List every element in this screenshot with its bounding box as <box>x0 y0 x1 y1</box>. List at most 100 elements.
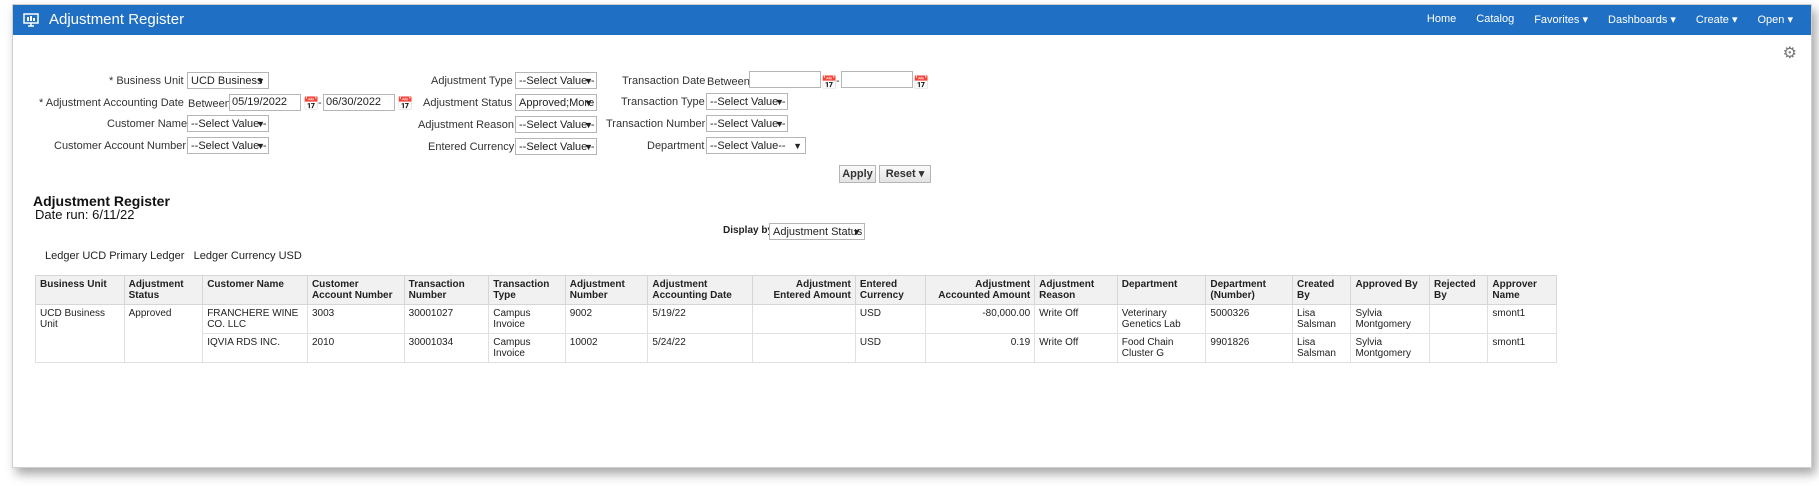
table-cell: Write Off <box>1034 304 1118 334</box>
business-unit-select[interactable]: UCD Business ▼ <box>187 72 269 89</box>
table-cell: smont1 <box>1487 304 1557 334</box>
col-header[interactable]: Business Unit <box>35 275 125 305</box>
table-cell: Lisa Salsman <box>1292 333 1352 363</box>
trx-number-select[interactable]: --Select Value-- ▼ <box>706 115 788 132</box>
table-cell: 3003 <box>306 304 405 334</box>
nav-favorites[interactable]: Favorites ▾ <box>1534 13 1588 26</box>
chevron-down-icon: ▼ <box>584 76 593 86</box>
table-cell: 30001027 <box>403 304 490 334</box>
chevron-down-icon: ▼ <box>775 97 784 107</box>
trx-date-label: Transaction Date <box>622 75 706 87</box>
ledger-currency-value: USD <box>278 250 302 262</box>
reset-button[interactable]: Reset ▾ <box>879 165 931 183</box>
entered-currency-select[interactable]: --Select Value-- ▼ <box>515 138 597 155</box>
display-by-select[interactable]: Adjustment Status ▼ <box>769 223 865 240</box>
nav-home[interactable]: Home <box>1427 13 1456 26</box>
col-header[interactable]: Entered Currency <box>854 275 927 305</box>
customer-account-label: Customer Account Number <box>54 140 187 152</box>
col-header[interactable]: Adjustment Reason <box>1034 275 1118 305</box>
chevron-down-icon: ▼ <box>256 141 265 151</box>
nav-catalog[interactable]: Catalog <box>1476 13 1514 26</box>
chevron-down-icon: ▼ <box>793 141 802 151</box>
col-header[interactable]: Created By <box>1292 275 1352 305</box>
table-cell: FRANCHERE WINE CO. LLC <box>202 304 308 334</box>
table-header-row: Business Unit Adjustment Status Customer… <box>35 275 1557 305</box>
apply-button[interactable]: Apply <box>839 165 876 183</box>
table-cell: Sylvia Montgomery <box>1350 333 1430 363</box>
chevron-down-icon: ▼ <box>584 120 593 130</box>
group-business-unit: UCD Business Unit <box>35 304 125 363</box>
table-cell: IQVIA RDS INC. <box>202 333 308 363</box>
col-header[interactable]: Rejected By <box>1428 275 1489 305</box>
table-cell: smont1 <box>1487 333 1557 363</box>
table-cell: 0.19 <box>925 333 1036 363</box>
acct-date-from-input[interactable]: 05/19/2022 <box>229 94 301 111</box>
adj-status-label: Adjustment Status <box>423 97 513 109</box>
table-cell: Food Chain Cluster G <box>1116 333 1207 363</box>
calendar-icon[interactable]: 📅 <box>397 96 413 112</box>
nav-create[interactable]: Create ▾ <box>1696 13 1738 26</box>
trx-type-select[interactable]: --Select Value-- ▼ <box>706 93 788 110</box>
table-cell <box>1428 304 1489 334</box>
col-header[interactable]: Approver Name <box>1487 275 1557 305</box>
trx-date-from-input[interactable] <box>749 71 821 88</box>
display-by-value: Adjustment Status <box>773 226 863 238</box>
calendar-icon[interactable]: 📅 <box>303 96 319 112</box>
col-header[interactable]: Approved By <box>1350 275 1430 305</box>
table-cell: 9901826 <box>1205 333 1294 363</box>
trx-date-between: Between <box>707 76 750 88</box>
trx-number-label: Transaction Number <box>606 118 706 130</box>
table-cell: USD <box>854 333 927 363</box>
chevron-down-icon: ▼ <box>256 76 265 86</box>
customer-account-select[interactable]: --Select Value-- ▼ <box>187 137 269 154</box>
adjustment-table: Business Unit Adjustment Status Customer… <box>35 275 1557 363</box>
table-cell <box>752 304 856 334</box>
col-header[interactable]: Customer Account Number <box>306 275 405 305</box>
col-header[interactable]: Transaction Type <box>488 275 566 305</box>
acct-date-dash: - <box>318 97 322 109</box>
acct-date-to-input[interactable]: 06/30/2022 <box>323 94 395 111</box>
report-window: Adjustment Register Home Catalog Favorit… <box>12 4 1812 468</box>
trx-type-label: Transaction Type <box>621 96 705 108</box>
col-header[interactable]: Department (Number) <box>1205 275 1294 305</box>
gear-icon[interactable]: ⚙ <box>1783 43 1797 63</box>
adj-reason-select[interactable]: --Select Value-- ▼ <box>515 116 597 133</box>
ledger-currency-label: Ledger Currency <box>193 250 276 262</box>
adj-type-select[interactable]: --Select Value-- ▼ <box>515 72 597 89</box>
adj-reason-label: Adjustment Reason <box>418 119 514 131</box>
col-header[interactable]: Adjustment Number <box>564 275 649 305</box>
table-cell: 2010 <box>306 333 405 363</box>
table-cell: Write Off <box>1034 333 1118 363</box>
calendar-icon[interactable]: 📅 <box>913 75 929 91</box>
table-cell: 5/19/22 <box>647 304 754 334</box>
col-header[interactable]: Adjustment Accounted Amount <box>925 275 1036 305</box>
adj-status-value: Approved;More <box>519 97 595 109</box>
nav-dashboards[interactable]: Dashboards ▾ <box>1608 13 1676 26</box>
nav-open[interactable]: Open ▾ <box>1758 13 1794 26</box>
department-select[interactable]: --Select Value-- ▼ <box>706 137 806 154</box>
analytics-icon <box>23 13 39 27</box>
adj-status-select[interactable]: Approved;More ▼ <box>515 94 597 111</box>
trx-date-to-input[interactable] <box>841 71 913 88</box>
trx-date-dash: - <box>836 75 840 87</box>
chevron-down-icon: ▼ <box>775 119 784 129</box>
acct-date-label: * Adjustment Accounting Date <box>39 97 184 109</box>
calendar-icon[interactable]: 📅 <box>821 75 837 91</box>
table-cell: Lisa Salsman <box>1292 304 1352 334</box>
col-header[interactable]: Customer Name <box>202 275 308 305</box>
col-header[interactable]: Department <box>1116 275 1207 305</box>
customer-name-select[interactable]: --Select Value-- ▼ <box>187 115 269 132</box>
col-header[interactable]: Adjustment Status <box>123 275 204 305</box>
ledger-label: Ledger <box>45 250 80 262</box>
table-cell <box>752 333 856 363</box>
table-cell: Sylvia Montgomery <box>1350 304 1430 334</box>
col-header[interactable]: Transaction Number <box>403 275 490 305</box>
col-header[interactable]: Adjustment Entered Amount <box>752 275 856 305</box>
app-title: Adjustment Register <box>49 11 185 28</box>
table-row: IQVIA RDS INC. 2010 30001034 Campus Invo… <box>36 333 1557 363</box>
table-cell: -80,000.00 <box>925 304 1036 334</box>
table-cell: USD <box>854 304 927 334</box>
col-header[interactable]: Adjustment Accounting Date <box>647 275 754 305</box>
department-value: --Select Value-- <box>710 140 786 152</box>
report-date-run: Date run: 6/11/22 <box>35 207 135 222</box>
